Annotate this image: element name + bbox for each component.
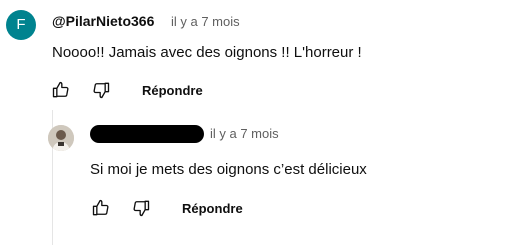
reply-text: Si moi je mets des oignons c’est délicie… [90,161,367,178]
thumb-up-icon [92,199,109,216]
reply-timestamp[interactable]: il y a 7 mois [210,126,279,141]
redacted-author [90,125,204,143]
comment-timestamp[interactable]: il y a 7 mois [171,14,240,29]
like-button[interactable] [50,79,72,101]
thumb-down-icon [93,82,110,99]
dislike-button[interactable] [90,79,112,101]
thumb-up-icon [52,81,69,98]
comment-author[interactable]: @PilarNieto366 [52,13,154,29]
like-button[interactable] [90,197,112,219]
thumb-down-icon [133,200,150,217]
reply-avatar[interactable] [48,125,74,151]
person-photo-icon [48,125,74,151]
reply-button[interactable]: Répondre [142,83,203,98]
comment-text: Noooo!! Jamais avec des oignons !! L'hor… [52,44,362,61]
comment-actions: Répondre [50,79,203,101]
avatar[interactable]: F [6,10,36,40]
reply-button[interactable]: Répondre [182,201,243,216]
dislike-button[interactable] [130,197,152,219]
reply-actions: Répondre [90,197,243,219]
